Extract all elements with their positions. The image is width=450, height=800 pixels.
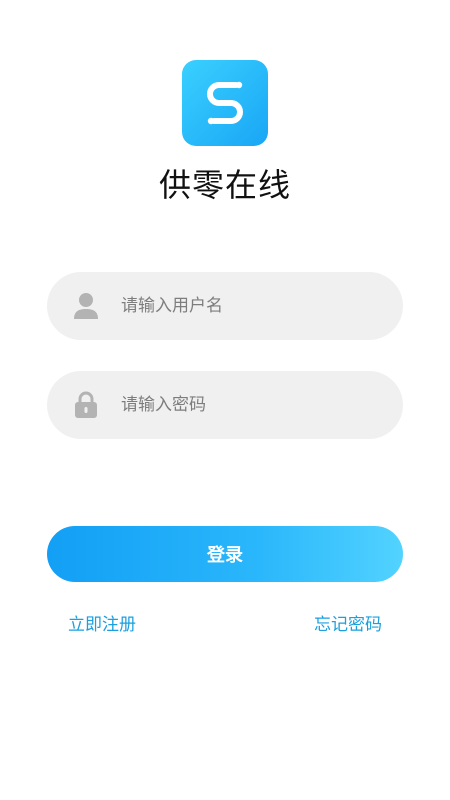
lock-icon (73, 391, 99, 419)
username-field[interactable] (47, 272, 403, 340)
username-input[interactable] (121, 272, 381, 340)
s-swap-logo-icon (207, 81, 243, 125)
password-input[interactable] (121, 371, 381, 439)
app-logo (182, 60, 268, 146)
app-name: 供零在线 (158, 166, 291, 204)
forgot-password-link[interactable]: 忘记密码 (314, 610, 382, 635)
login-button[interactable]: 登录 (47, 526, 403, 582)
user-icon (73, 292, 99, 320)
password-field[interactable] (47, 371, 403, 439)
register-link[interactable]: 立即注册 (68, 610, 136, 635)
